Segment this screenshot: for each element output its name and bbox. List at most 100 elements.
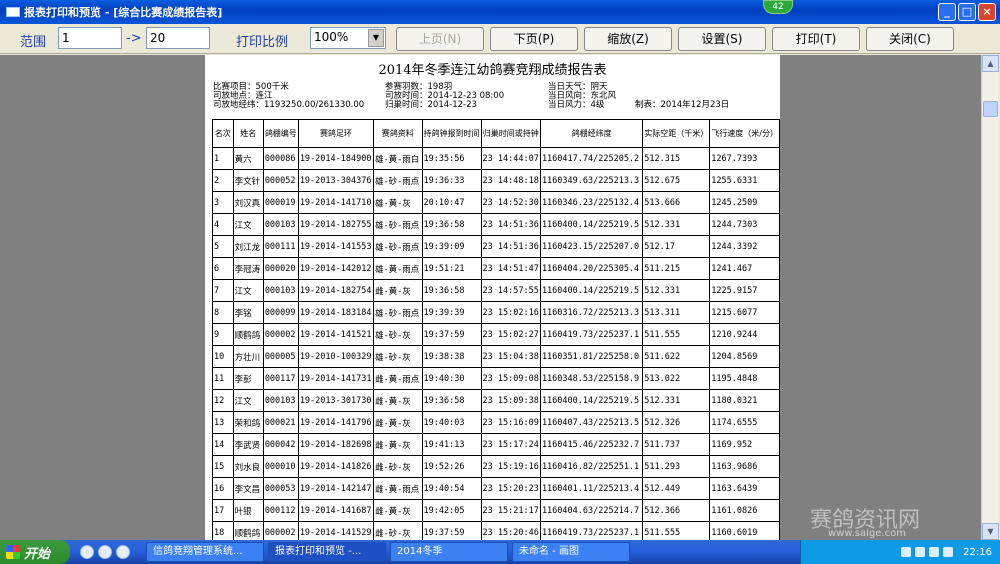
table-cell: 23 14:51:36 [480, 235, 541, 258]
prev-page-button[interactable]: 上页(N) [396, 27, 484, 51]
table-cell: 000021 [262, 411, 299, 434]
tray-volume-icon[interactable] [915, 547, 926, 557]
table-row: 7 江文 000103 19-2014-182754 雌-黄-灰 19:36:58 23 1… [212, 279, 780, 302]
close-window-button[interactable]: × [978, 3, 996, 21]
table-cell: 12 [212, 389, 234, 412]
table-cell: 雄-黄-雨点 [373, 257, 423, 280]
table-cell: 000052 [262, 169, 299, 192]
scale-select[interactable]: 100% ▼ [310, 27, 386, 49]
table-cell: 000042 [262, 433, 299, 456]
close-button[interactable]: 关闭(C) [866, 27, 954, 51]
table-cell: 511.293 [642, 455, 711, 478]
table-cell: 19:41:13 [421, 433, 482, 456]
table-cell: 512.675 [642, 169, 711, 192]
chevron-down-icon[interactable]: ▼ [368, 29, 384, 47]
print-preview-area: 2014年冬季连江幼鸽赛竞翔成绩报告表 比赛项目：500千米 司放地点：连江 司… [0, 55, 981, 540]
table-cell: 9 [212, 323, 234, 346]
table-cell: 000103 [262, 389, 299, 412]
table-cell: 511.622 [642, 345, 711, 368]
table-cell: 19:37:59 [421, 521, 482, 540]
table-cell: 19:40:30 [421, 367, 482, 390]
range-from-input[interactable] [58, 27, 122, 49]
table-cell: 8 [212, 301, 234, 324]
table-cell: 1160316.72/225213.3 [539, 301, 644, 324]
start-button[interactable]: 开始 [0, 540, 70, 564]
table-cell: 19-2014-184900 [297, 147, 375, 170]
browser-icon[interactable] [80, 545, 94, 559]
range-to-input[interactable] [146, 27, 210, 49]
table-cell: 16 [212, 477, 234, 500]
table-cell: 黄六 [232, 147, 264, 170]
zoom-button[interactable]: 缩放(Z) [584, 27, 672, 51]
desktop-icon[interactable] [116, 545, 130, 559]
scroll-thumb[interactable] [983, 101, 998, 117]
toolbar: 范围 -> 打印比例 100% ▼ 上页(N) 下页(P) 缩放(Z) 设置(S… [0, 24, 1000, 54]
table-cell: 512.315 [642, 147, 711, 170]
table-cell: 雄-砂-雨点 [373, 169, 423, 192]
table-cell: 1160346.23/225132.4 [539, 191, 644, 214]
table-cell: 511.555 [642, 323, 711, 346]
table-cell: 000019 [262, 191, 299, 214]
tray-network-icon[interactable] [901, 547, 912, 557]
table-cell: 雄-砂-灰 [373, 323, 423, 346]
table-cell: 19-2014-141731 [297, 367, 375, 390]
table-cell: 雌-黄-灰 [373, 389, 423, 412]
table-cell: 513.311 [642, 301, 711, 324]
table-row: 5 刘江龙 000111 19-2014-141553 雄-砂-雨点 19:39:09 23… [212, 235, 780, 258]
table-cell: 雌-黄-灰 [373, 279, 423, 302]
table-cell: 李冠涛 [232, 257, 264, 280]
table-row: 1 黄六 000086 19-2014-184900 雄-黄-雨白 19:35:56 23 … [212, 147, 780, 170]
tray-app-icon[interactable] [929, 547, 940, 557]
table-cell: 23 15:09:38 [480, 389, 541, 412]
scroll-up-icon[interactable]: ▲ [982, 55, 999, 72]
next-page-button[interactable]: 下页(P) [490, 27, 578, 51]
tray-security-icon[interactable] [943, 547, 954, 557]
table-cell: 1163.9686 [709, 455, 780, 478]
vertical-scrollbar[interactable]: ▲ ▼ [981, 55, 999, 540]
table-cell: 1180.0321 [709, 389, 780, 412]
column-header: 名次 [212, 119, 234, 148]
table-cell: 000010 [262, 455, 299, 478]
table-cell: 1244.7303 [709, 213, 780, 236]
system-tray: 22:16 [800, 540, 1000, 564]
minimize-button[interactable]: _ [938, 3, 956, 21]
table-cell: 1174.6555 [709, 411, 780, 434]
column-header: 鸽棚经纬度 [539, 119, 644, 148]
table-row: 4 江文 000103 19-2014-182755 雄-砂-雨点 19:36:58 23 … [212, 213, 780, 236]
table-cell: 1195.4848 [709, 367, 780, 390]
table-cell: 1 [212, 147, 234, 170]
scale-value: 100% [314, 30, 349, 44]
meta-made-date: 制表：2014年12月23日 [635, 100, 730, 110]
settings-button[interactable]: 设置(S) [678, 27, 766, 51]
column-header: 赛鸽足环 [297, 119, 375, 148]
table-cell: 顺鹤鸽 [232, 323, 264, 346]
window-title: 报表打印和预览 - [综合比赛成绩报告表] [24, 6, 223, 19]
table-cell: 1160416.82/225251.1 [539, 455, 644, 478]
table-cell: 23 15:20:46 [480, 521, 541, 540]
table-cell: 18 [212, 521, 234, 540]
table-cell: 19-2010-100329 [297, 345, 375, 368]
table-cell: 6 [212, 257, 234, 280]
table-cell: 李彭 [232, 367, 264, 390]
table-cell: 23 14:51:36 [480, 213, 541, 236]
table-row: 9 顺鹤鸽 000002 19-2014-141521 雄-砂-灰 19:37:59 23 … [212, 323, 780, 346]
table-cell: 顺鹤鸽 [232, 521, 264, 540]
task-paint[interactable]: 未命名 - 画图 [512, 542, 630, 562]
table-cell: 19-2014-142012 [297, 257, 375, 280]
table-cell: 荣和鸽 [232, 411, 264, 434]
table-cell: 19-2014-141521 [297, 323, 375, 346]
app-icon [6, 7, 20, 17]
table-cell: 5 [212, 235, 234, 258]
print-button[interactable]: 打印(T) [772, 27, 860, 51]
task-print-preview[interactable]: 报表打印和预览 -... [268, 542, 386, 562]
table-row: 12 江文 000103 19-2013-301730 雌-黄-灰 19:36:58 23 … [212, 389, 780, 412]
task-pigeon-system[interactable]: 信鸽竞翔管理系统... [146, 542, 264, 562]
maximize-button[interactable]: □ [958, 3, 976, 21]
table-cell: 1244.3392 [709, 235, 780, 258]
table-cell: 19-2014-141553 [297, 235, 375, 258]
media-icon[interactable] [98, 545, 112, 559]
table-row: 15 刘水良 000010 19-2014-141826 雌-砂-灰 19:52:26 23… [212, 455, 780, 478]
task-folder-2014[interactable]: 2014冬季 [390, 542, 508, 562]
table-cell: 23 15:19:16 [480, 455, 541, 478]
table-cell: 19:36:58 [421, 389, 482, 412]
